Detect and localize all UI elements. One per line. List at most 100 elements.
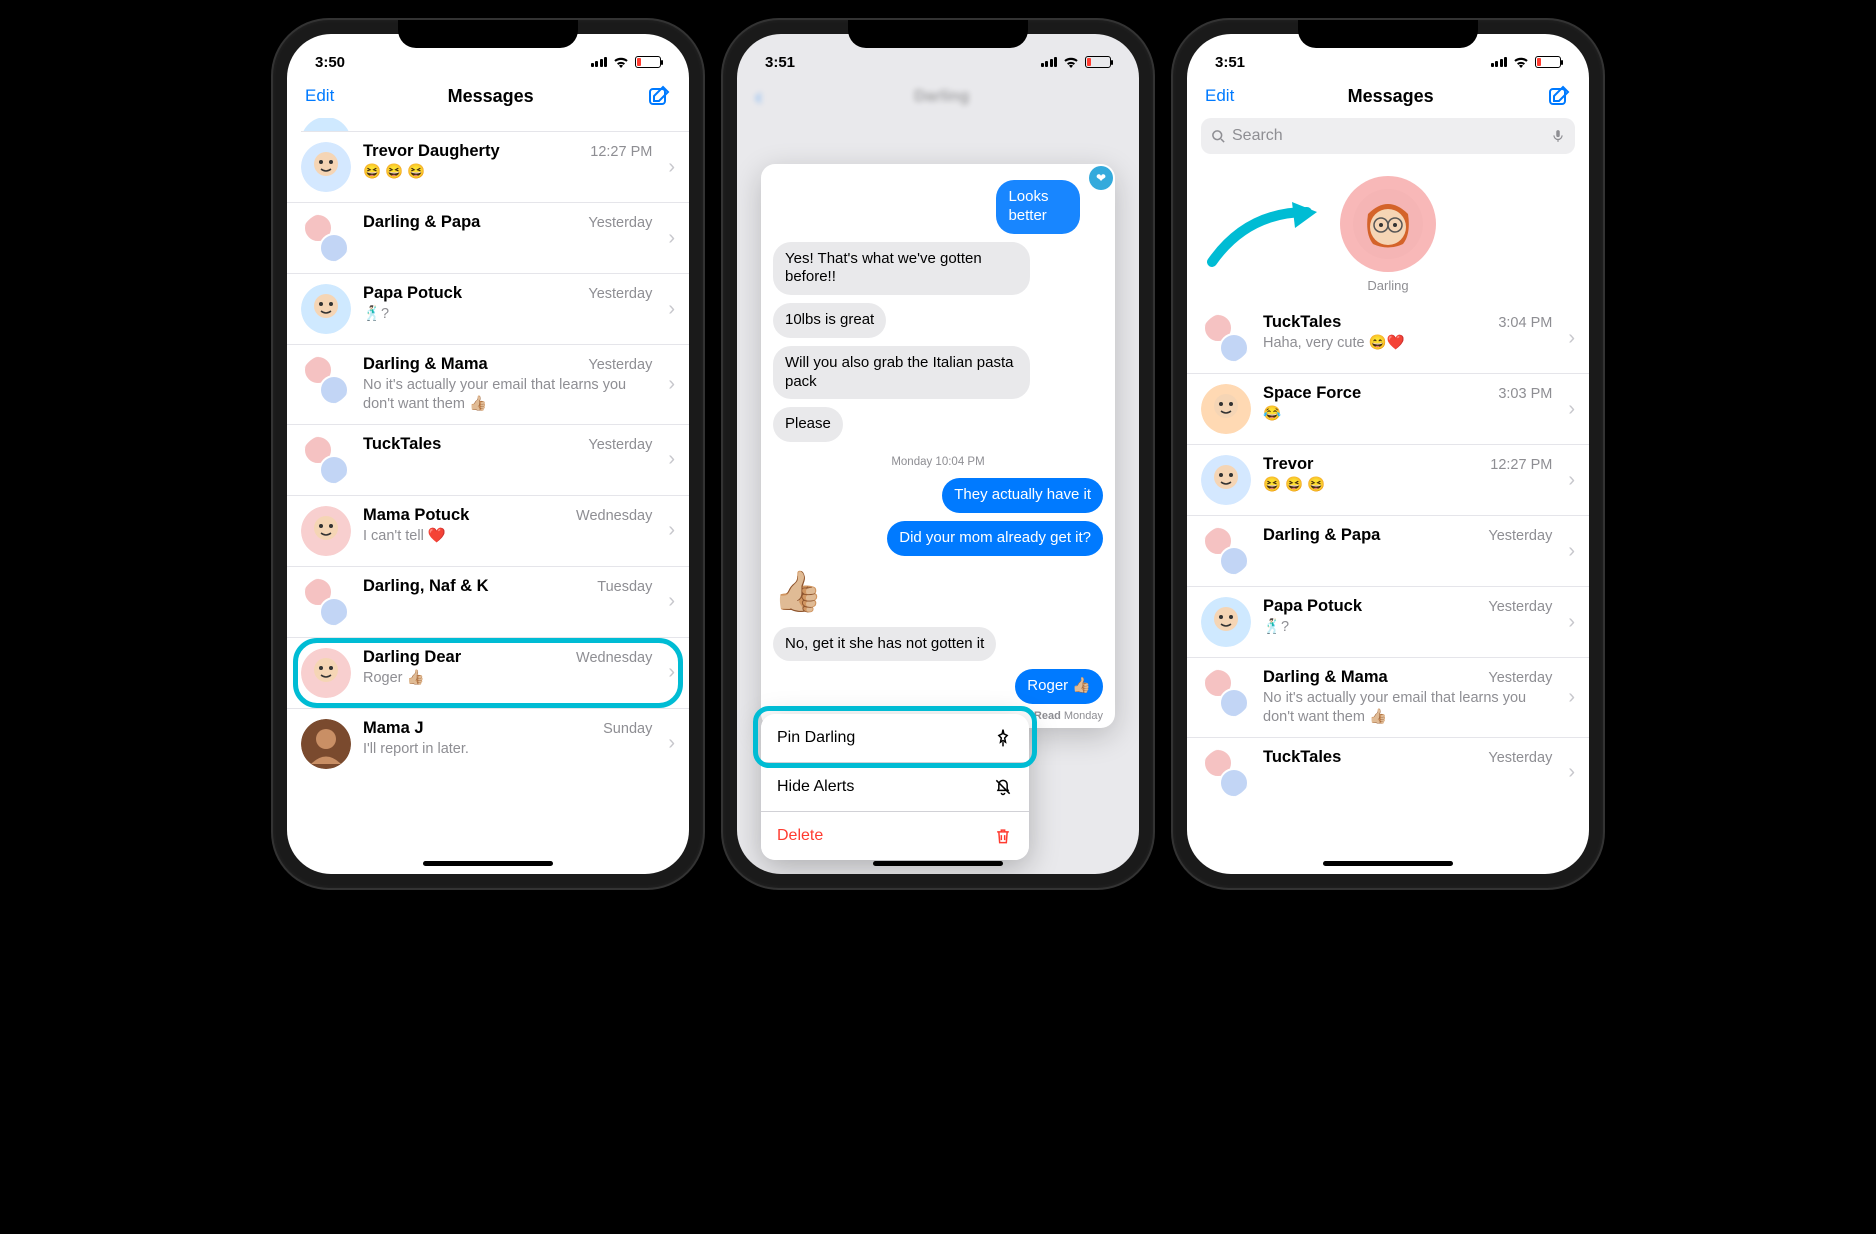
home-indicator[interactable] xyxy=(873,861,1003,866)
chevron-right-icon: › xyxy=(1568,469,1575,492)
avatar xyxy=(1201,455,1251,505)
message-preview: Roger 👍🏼 xyxy=(363,669,652,688)
message-time: Yesterday xyxy=(588,437,652,453)
message-received: Yes! That's what we've gotten before!! xyxy=(773,242,1030,296)
search-icon xyxy=(1211,129,1226,144)
chevron-right-icon: › xyxy=(668,373,675,396)
status-time: 3:51 xyxy=(765,54,795,71)
conversation-row[interactable]: Trevor Daugherty 12:27 PM 😆 😆 😆 › xyxy=(287,132,689,203)
conversation-row[interactable]: Mama Potuck Wednesday I can't tell ❤️ › xyxy=(287,496,689,567)
message-preview: 😆 😆 😆 xyxy=(1263,476,1552,495)
conversation-list[interactable]: Trevor Daugherty 12:27 PM 😆 😆 😆 › Darlin… xyxy=(287,118,689,874)
contact-name: TuckTales xyxy=(363,435,441,454)
message-preview: I'll report in later. xyxy=(363,740,652,759)
row-content: Darling & Mama Yesterday No it's actuall… xyxy=(363,355,652,414)
message-received: No, get it she has not gotten it xyxy=(773,627,996,662)
message-preview: 🕺🏻? xyxy=(363,305,652,324)
message-time: Yesterday xyxy=(588,286,652,302)
edit-button[interactable]: Edit xyxy=(305,86,334,106)
conversation-row[interactable]: Darling & Papa Yesterday › xyxy=(1187,516,1589,587)
pinned-avatar xyxy=(1340,176,1436,272)
row-content: Papa Potuck Yesterday 🕺🏻? xyxy=(1263,597,1552,637)
message-preview: 🕺🏻? xyxy=(1263,618,1552,637)
edit-button[interactable]: Edit xyxy=(1205,86,1234,106)
message-received: Please xyxy=(773,407,843,442)
bell-slash-icon xyxy=(993,777,1013,797)
row-content: TuckTales Yesterday xyxy=(363,435,652,456)
home-indicator[interactable] xyxy=(423,861,553,866)
contact-name: Darling & Papa xyxy=(1263,526,1380,545)
conversation-row[interactable]: TuckTales Yesterday › xyxy=(1187,738,1589,808)
conversation-row[interactable]: Papa Potuck Yesterday 🕺🏻? › xyxy=(287,274,689,345)
chevron-right-icon: › xyxy=(668,298,675,321)
conversation-list[interactable]: TuckTales 3:04 PM Haha, very cute 😄❤️ › … xyxy=(1187,303,1589,874)
battery-low-icon xyxy=(1085,56,1111,68)
compose-icon[interactable] xyxy=(647,84,671,108)
message-sent: Looks better xyxy=(996,180,1079,234)
chevron-right-icon: › xyxy=(668,590,675,613)
menu-delete[interactable]: Delete xyxy=(761,812,1029,860)
message-time: Yesterday xyxy=(1488,750,1552,766)
status-time: 3:51 xyxy=(1215,54,1245,71)
message-sent: They actually have it xyxy=(942,478,1103,513)
chevron-right-icon: › xyxy=(1568,686,1575,709)
contact-name: Space Force xyxy=(1263,384,1361,403)
chevron-right-icon: › xyxy=(668,448,675,471)
contact-name: Darling & Papa xyxy=(363,213,480,232)
home-indicator[interactable] xyxy=(1323,861,1453,866)
nav-bar: Edit Messages xyxy=(287,78,689,118)
chevron-right-icon: › xyxy=(1568,540,1575,563)
row-content: Mama Potuck Wednesday I can't tell ❤️ xyxy=(363,506,652,546)
row-content: Trevor Daugherty 12:27 PM 😆 😆 😆 xyxy=(363,142,652,182)
screen-2: 3:51 ‹ Darling Looks better ❤ Yes! That'… xyxy=(737,34,1139,874)
message-time: Yesterday xyxy=(1488,670,1552,686)
mic-icon[interactable] xyxy=(1551,127,1565,145)
contact-name: Papa Potuck xyxy=(1263,597,1362,616)
menu-delete-label: Delete xyxy=(777,827,823,845)
conversation-row[interactable]: Darling, Naf & K Tuesday › xyxy=(287,567,689,638)
chevron-right-icon: › xyxy=(1568,761,1575,784)
conversation-row[interactable]: Darling & Mama Yesterday No it's actuall… xyxy=(287,345,689,425)
conversation-row[interactable]: Darling & Mama Yesterday No it's actuall… xyxy=(1187,658,1589,738)
message-time: 12:27 PM xyxy=(1490,457,1552,473)
contact-name: Trevor Daugherty xyxy=(363,142,500,161)
contact-name: Darling Dear xyxy=(363,648,461,667)
contact-name: TuckTales xyxy=(1263,313,1341,332)
context-menu: Pin Darling Hide Alerts Delete xyxy=(761,714,1029,860)
pinned-contact[interactable]: Darling xyxy=(1340,176,1436,293)
avatar-group xyxy=(1201,526,1251,576)
message-time: Wednesday xyxy=(576,650,652,666)
battery-low-icon xyxy=(1535,56,1561,68)
conversation-row[interactable]: Darling Dear Wednesday Roger 👍🏼 › xyxy=(287,638,689,709)
avatar-group xyxy=(1201,313,1251,363)
compose-icon[interactable] xyxy=(1547,84,1571,108)
signal-icon xyxy=(591,57,608,67)
menu-pin[interactable]: Pin Darling xyxy=(761,714,1029,763)
wifi-icon xyxy=(1063,56,1079,68)
conversation-preview-card[interactable]: Looks better ❤ Yes! That's what we've go… xyxy=(761,164,1115,728)
message-sent: Did your mom already get it? xyxy=(887,521,1103,556)
message-time: Yesterday xyxy=(588,215,652,231)
conversation-row[interactable]: Trevor 12:27 PM 😆 😆 😆 › xyxy=(1187,445,1589,516)
message-time: Wednesday xyxy=(576,508,652,524)
message-time: 3:04 PM xyxy=(1498,315,1552,331)
nav-bar-blurred: ‹ Darling xyxy=(737,78,1139,120)
menu-hide-alerts[interactable]: Hide Alerts xyxy=(761,763,1029,812)
row-content: Space Force 3:03 PM 😂 xyxy=(1263,384,1552,424)
page-title: Messages xyxy=(1348,86,1434,107)
screen-3: 3:51 Edit Messages Search xyxy=(1187,34,1589,874)
message-preview: Haha, very cute 😄❤️ xyxy=(1263,334,1552,353)
conversation-row[interactable]: Mama J Sunday I'll report in later. › xyxy=(287,709,689,779)
conversation-row[interactable]: Darling & Papa Yesterday › xyxy=(287,203,689,274)
conversation-row[interactable]: TuckTales Yesterday › xyxy=(287,425,689,496)
status-time: 3:50 xyxy=(315,54,345,71)
avatar-group xyxy=(301,213,351,263)
conversation-row[interactable]: Space Force 3:03 PM 😂 › xyxy=(1187,374,1589,445)
contact-name: Papa Potuck xyxy=(363,284,462,303)
chevron-right-icon: › xyxy=(1568,327,1575,350)
search-input[interactable]: Search xyxy=(1201,118,1575,154)
status-right xyxy=(1041,56,1112,68)
conversation-row[interactable]: TuckTales 3:04 PM Haha, very cute 😄❤️ › xyxy=(1187,303,1589,374)
notch xyxy=(398,20,578,48)
conversation-row[interactable]: Papa Potuck Yesterday 🕺🏻? › xyxy=(1187,587,1589,658)
